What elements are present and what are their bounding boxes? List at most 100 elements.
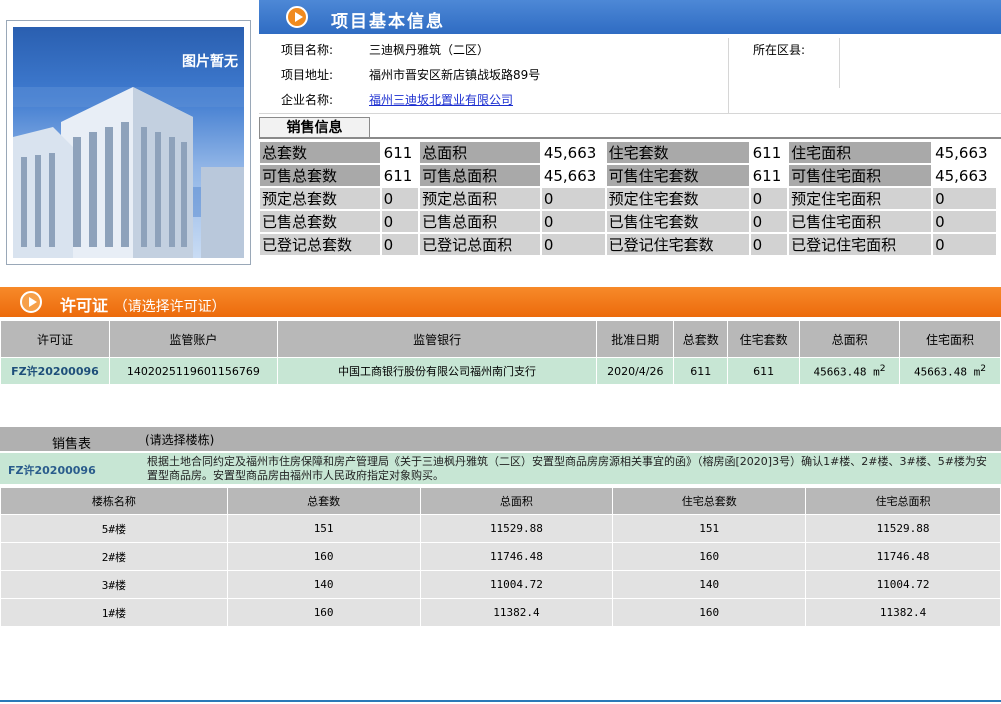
building-table: 楼栋名称 总套数 总面积 住宅总套数 住宅总面积 5#楼 151 11529.88 151 11… [0,487,1001,627]
stats-row: 可售总套数 611 可售总面积 45,663 可售住宅套数 611 可售住宅面积 45,663 [260,165,996,186]
permit-col-header: 住宅套数 [727,320,801,358]
stat-label: 已登记住宅面积 [789,234,932,255]
building-cell: 140 [226,570,421,599]
stat-value: 45,663 [933,142,996,163]
permit-row[interactable]: FZ许20200096 1402025119601156769 中国工商银行股份有限… [0,357,1001,385]
building-cell: 160 [612,598,807,627]
permit-note: 根据土地合同约定及福州市住房保障和房产管理局《关于三迪枫丹雅筑（二区）安置型商品… [147,455,987,482]
stat-value: 0 [933,188,996,209]
building-col-header: 总面积 [419,487,614,515]
project-info-header: 项目基本信息 [259,0,1001,34]
permit-title: 许可证 [60,296,109,315]
building-name[interactable]: 2#楼 [0,542,228,571]
stats-row: 预定总套数 0 预定总面积 0 预定住宅套数 0 预定住宅面积 0 [260,188,996,209]
stat-label: 可售总套数 [260,165,380,186]
stat-label: 可售总面积 [420,165,540,186]
building-cell: 11004.72 [419,570,614,599]
permit-cell: 45663.48 m2 [899,357,1001,385]
play-arrow-icon [286,6,308,28]
stat-value: 0 [381,188,419,209]
stat-value: 0 [541,188,605,209]
building-col-header: 楼栋名称 [0,487,228,515]
stat-value: 0 [381,211,419,232]
building-col-header: 住宅总面积 [805,487,1001,515]
stat-label: 已售住宅套数 [606,211,749,232]
stat-label: 总面积 [420,142,540,163]
permit-col-header: 总面积 [799,320,901,358]
permit-tab[interactable]: FZ许20200096 [8,462,96,478]
sales-table-subtitle: (请选择楼栋) [145,433,215,447]
building-image: 图片暂无 [13,27,244,258]
permit-number-link[interactable]: FZ许20200096 [0,357,110,385]
stat-label: 已售总套数 [260,211,380,232]
building-row[interactable]: 2#楼 160 11746.48 160 11746.48 [0,542,1001,571]
info-row-name: 项目名称: 三迪枫丹雅筑（二区） 所在区县: [259,38,1001,64]
project-name-label: 项目名称: [281,43,334,57]
permit-table: 许可证 监管账户 监管银行 批准日期 总套数 住宅套数 总面积 住宅面积 FZ许2020009… [0,320,1001,385]
stat-label: 已售住宅面积 [789,211,932,232]
building-cell: 160 [612,542,807,571]
building-row[interactable]: 3#楼 140 11004.72 140 11004.72 [0,570,1001,599]
building-cell: 160 [226,598,421,627]
building-cell: 151 [612,514,807,543]
permit-col-header: 批准日期 [596,320,675,358]
sales-info-tab[interactable]: 销售信息 [259,117,370,138]
project-address-label: 项目地址: [281,68,334,82]
project-info-title: 项目基本信息 [331,12,445,32]
stat-label: 可售住宅面积 [789,165,932,186]
permit-header: 许可证 （请选择许可证） [0,287,1001,317]
tab-divider [259,137,1001,139]
building-cell: 151 [226,514,421,543]
stat-value: 611 [381,142,419,163]
area-unit-sup: 2 [980,363,987,375]
stat-label: 已售总面积 [420,211,540,232]
bottom-divider [0,700,1001,702]
stat-value: 0 [750,211,788,232]
permit-cell: 2020/4/26 [596,357,675,385]
stat-value: 0 [750,234,788,255]
stat-value: 611 [381,165,419,186]
stat-value: 0 [750,188,788,209]
building-name[interactable]: 1#楼 [0,598,228,627]
stat-label: 预定总套数 [260,188,380,209]
building-row[interactable]: 5#楼 151 11529.88 151 11529.88 [0,514,1001,543]
permit-col-header: 住宅面积 [899,320,1001,358]
company-link[interactable]: 福州三迪坂北置业有限公司 [369,88,513,113]
permit-col-header: 总套数 [673,320,729,358]
permit-note-row: FZ许20200096 根据土地合同约定及福州市住房保障和房产管理局《关于三迪枫… [0,453,1001,484]
stat-value: 611 [750,142,788,163]
sales-table-header: 销售表 (请选择楼栋) [0,427,1001,452]
stats-row: 已登记总套数 0 已登记总面积 0 已登记住宅套数 0 已登记住宅面积 0 [260,234,996,255]
permit-cell: 45663.48 m2 [799,357,901,385]
stat-label: 可售住宅套数 [606,165,749,186]
building-name[interactable]: 5#楼 [0,514,228,543]
building-row[interactable]: 1#楼 160 11382.4 160 11382.4 [0,598,1001,627]
stat-value: 45,663 [541,142,605,163]
stat-value: 45,663 [541,165,605,186]
building-cell: 11004.72 [805,570,1001,599]
permit-col-header: 监管账户 [108,320,278,358]
info-row-address: 项目地址: 福州市晋安区新店镇战坂路89号 [259,63,1001,89]
stat-value: 611 [750,165,788,186]
stat-label: 已登记住宅套数 [606,234,749,255]
stat-label: 预定总面积 [420,188,540,209]
stat-value: 0 [541,211,605,232]
area-unit-sup: 2 [879,363,886,375]
stat-value: 0 [381,234,419,255]
permit-cell: 611 [727,357,801,385]
stat-label: 已登记总套数 [260,234,380,255]
building-col-header: 总套数 [226,487,421,515]
building-cell: 160 [226,542,421,571]
sales-table-title: 销售表 [52,437,92,452]
stat-value: 0 [541,234,605,255]
area-value: 45663.48 m [913,365,981,379]
stat-value: 0 [933,211,996,232]
district-label: 所在区县: [753,43,806,57]
building-cell: 11529.88 [805,514,1001,543]
permit-cell: 1402025119601156769 [108,357,278,385]
stat-label: 已登记总面积 [420,234,540,255]
building-cell: 11382.4 [805,598,1001,627]
info-row-company: 企业名称: 福州三迪坂北置业有限公司 [259,88,1001,114]
building-name[interactable]: 3#楼 [0,570,228,599]
stats-row: 已售总套数 0 已售总面积 0 已售住宅套数 0 已售住宅面积 0 [260,211,996,232]
